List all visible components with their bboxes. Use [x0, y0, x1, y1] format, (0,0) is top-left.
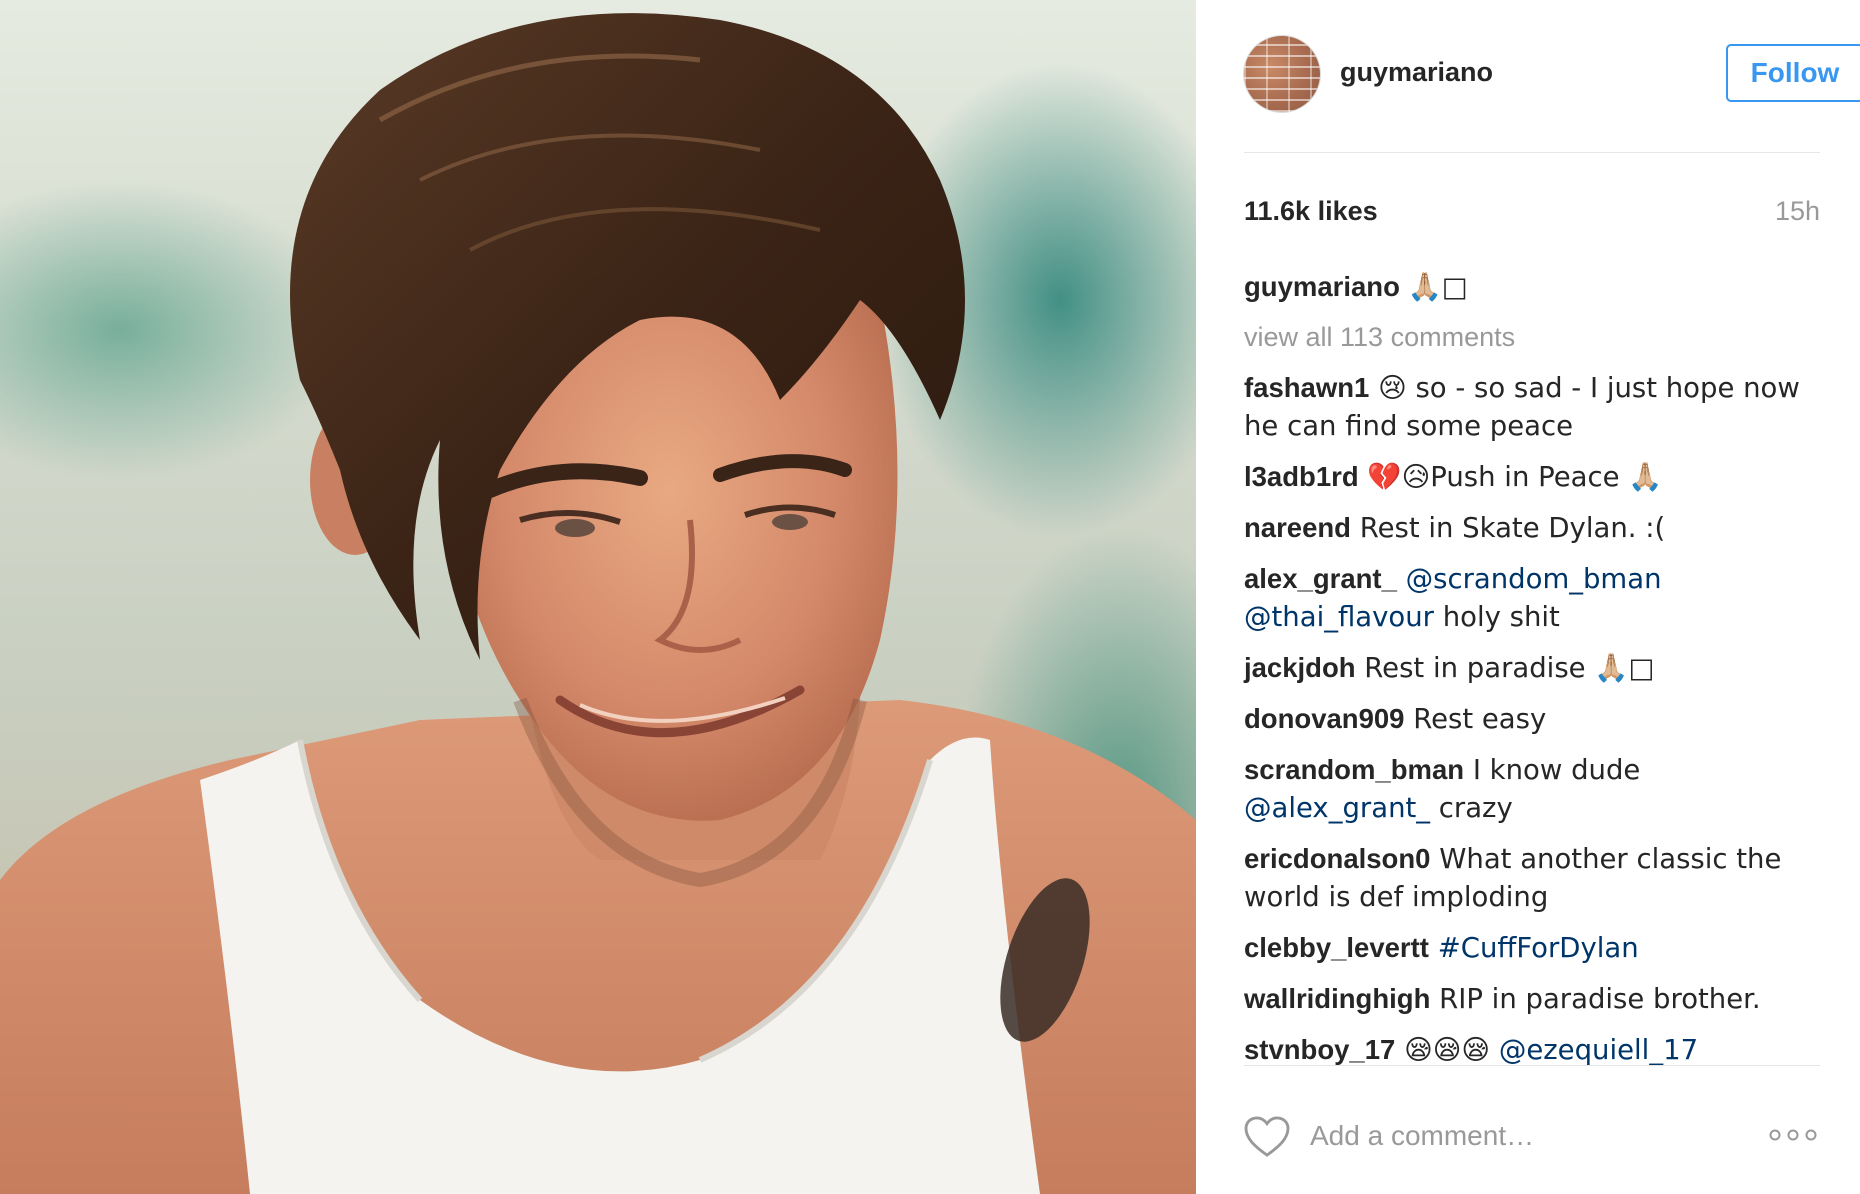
- comment-item: fashawn1 😢 so - so sad - I just hope now…: [1244, 369, 1820, 445]
- comment-mention-link[interactable]: @thai_flavour: [1244, 601, 1434, 633]
- comment-text: RIP in paradise brother.: [1430, 983, 1761, 1015]
- comment-bar: [1244, 1112, 1820, 1162]
- post-header: guymariano Follow: [1244, 36, 1860, 116]
- header-divider: [1244, 152, 1820, 153]
- comment-item: l3adb1rd 💔😥Push in Peace 🙏🏼: [1244, 458, 1820, 496]
- more-options-icon[interactable]: [1768, 1124, 1818, 1146]
- comment-mention-link[interactable]: #CuffForDylan: [1438, 932, 1639, 964]
- view-all-comments-link[interactable]: view all 113 comments: [1244, 319, 1820, 356]
- comment-mention-link[interactable]: @scrandom_bman: [1406, 563, 1662, 595]
- comment-text: Rest in Skate Dylan. :(: [1350, 512, 1666, 544]
- comment-username[interactable]: clebby_levertt: [1244, 932, 1429, 963]
- comment-username[interactable]: donovan909: [1244, 703, 1404, 734]
- comment-username[interactable]: stvnboy_17: [1244, 1034, 1395, 1065]
- caption-text: 🙏🏼□: [1407, 271, 1468, 303]
- comment-text: [1397, 563, 1406, 595]
- comments-list: guymariano 🙏🏼□ view all 113 comments fas…: [1244, 268, 1820, 1082]
- comment-username[interactable]: scrandom_bman: [1244, 754, 1464, 785]
- comment-item: donovan909 Rest easy: [1244, 700, 1820, 738]
- post-photo[interactable]: [0, 0, 1196, 1194]
- comment-rows: fashawn1 😢 so - so sad - I just hope now…: [1244, 369, 1820, 1069]
- add-comment-input[interactable]: [1310, 1114, 1690, 1158]
- caption-username[interactable]: guymariano: [1244, 271, 1400, 302]
- portrait-illustration: [0, 13, 1196, 1194]
- heart-icon[interactable]: [1244, 1116, 1290, 1158]
- header-username[interactable]: guymariano: [1340, 57, 1493, 88]
- comment-text: I know dude: [1464, 754, 1641, 786]
- comment-username[interactable]: alex_grant_: [1244, 563, 1397, 594]
- comment-username[interactable]: l3adb1rd: [1244, 461, 1359, 492]
- comment-username[interactable]: fashawn1: [1244, 372, 1369, 403]
- likes-count[interactable]: 11.6k likes: [1244, 196, 1378, 227]
- comment-item: alex_grant_ @scrandom_bman @thai_flavour…: [1244, 560, 1820, 636]
- comments-divider: [1244, 1065, 1820, 1066]
- post-sidebar: guymariano Follow 11.6k likes 15h guymar…: [1196, 0, 1860, 1194]
- follow-button[interactable]: Follow: [1726, 44, 1860, 102]
- comment-text: 💔😥Push in Peace 🙏🏼: [1358, 461, 1663, 493]
- comment-item: stvnboy_17 😪😪😪 @ezequiell_17: [1244, 1031, 1820, 1069]
- comment-username[interactable]: ericdonalson0: [1244, 843, 1430, 874]
- comment-username[interactable]: wallridinghigh: [1244, 983, 1430, 1014]
- comment-text: Rest easy: [1404, 703, 1547, 735]
- comment-text: crazy: [1430, 792, 1513, 824]
- comment-text: 😪😪😪: [1395, 1034, 1499, 1066]
- avatar[interactable]: [1244, 36, 1320, 112]
- post-timestamp[interactable]: 15h: [1775, 196, 1820, 227]
- comment-text: Rest in paradise 🙏🏼□: [1355, 652, 1655, 684]
- comment-mention-link[interactable]: @alex_grant_: [1244, 792, 1430, 824]
- comment-item: nareend Rest in Skate Dylan. :(: [1244, 509, 1820, 547]
- comment-item: ericdonalson0 What another classic the w…: [1244, 840, 1820, 916]
- comment-item: clebby_levertt #CuffForDylan: [1244, 929, 1820, 967]
- comment-mention-link[interactable]: @ezequiell_17: [1499, 1034, 1698, 1066]
- instagram-post: guymariano Follow 11.6k likes 15h guymar…: [0, 0, 1860, 1194]
- caption: guymariano 🙏🏼□: [1244, 268, 1820, 306]
- comment-item: scrandom_bman I know dude @alex_grant_ c…: [1244, 751, 1820, 827]
- comment-username[interactable]: nareend: [1244, 512, 1351, 543]
- comment-item: jackjdoh Rest in paradise 🙏🏼□: [1244, 649, 1820, 687]
- comment-text: holy shit: [1433, 601, 1560, 633]
- comment-username[interactable]: jackjdoh: [1244, 652, 1356, 683]
- comment-text: [1429, 932, 1438, 964]
- comment-item: wallridinghigh RIP in paradise brother.: [1244, 980, 1820, 1018]
